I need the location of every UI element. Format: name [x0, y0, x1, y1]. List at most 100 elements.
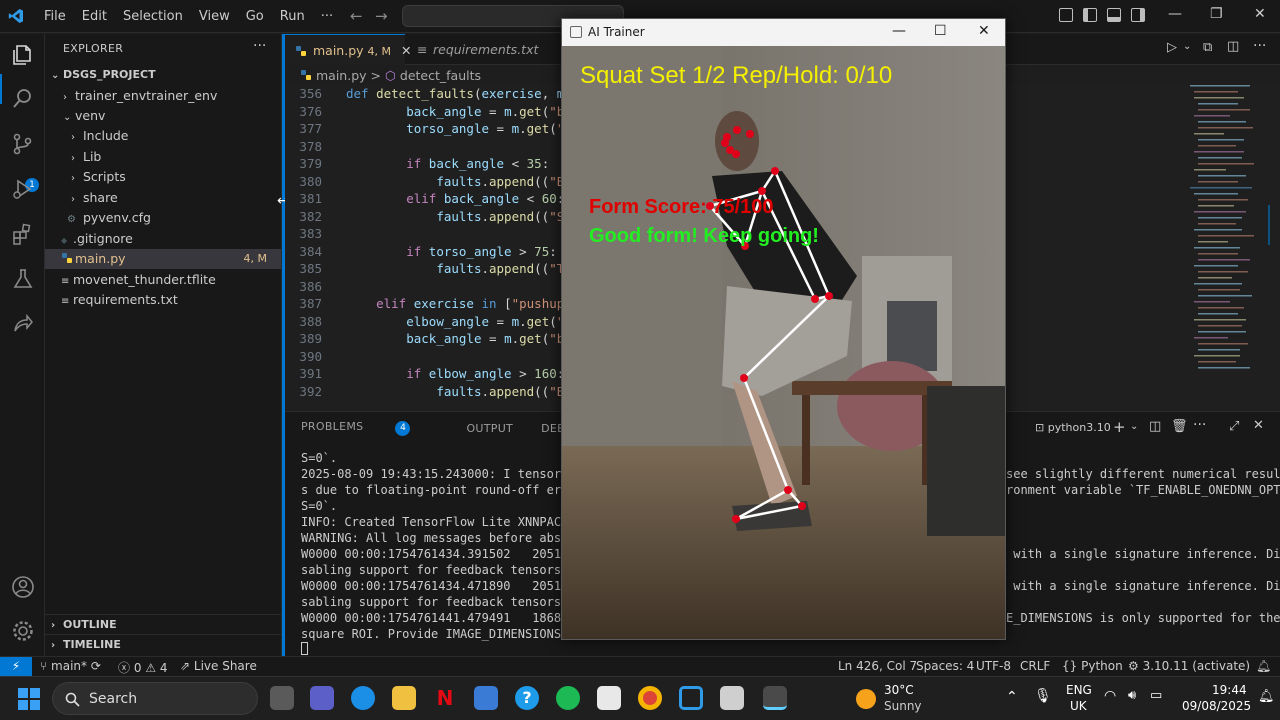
help-icon[interactable]: ? [515, 686, 539, 710]
panel-more-icon[interactable]: ··· [1193, 417, 1206, 433]
code-line[interactable]: 376 back_angle = m.get("ba [285, 103, 571, 121]
menu-view[interactable]: View [191, 9, 238, 24]
toggle-secondary-sidebar-icon[interactable] [1131, 8, 1145, 22]
tree-item-requirements[interactable]: ≡ requirements.txt [45, 290, 281, 310]
weather-temp[interactable]: 30°C [884, 683, 914, 697]
breadcrumb-symbol[interactable]: detect_faults [400, 68, 481, 83]
menu-edit[interactable]: Edit [74, 9, 115, 24]
menu-selection[interactable]: Selection [115, 9, 191, 24]
split-terminal-icon[interactable]: ◫ [1149, 419, 1161, 434]
code-line[interactable]: 382 faults.append(("Sl [285, 208, 571, 226]
timeline-section[interactable]: › TIMELINE [45, 634, 281, 654]
language-mode[interactable]: {} Python [1062, 659, 1123, 673]
weather-desc[interactable]: Sunny [884, 699, 922, 713]
code-line[interactable]: 379 if back_angle < 35: [285, 155, 549, 173]
tab-output[interactable]: OUTPUT [466, 422, 513, 435]
run-debug-icon[interactable] [10, 176, 36, 202]
tree-item-movenet[interactable]: ≡ movenet_thunder.tflite [45, 270, 281, 290]
tree-item-main-py[interactable]: main.py 4, M [45, 249, 281, 269]
live-share-status[interactable]: ⇗ Live Share [180, 659, 257, 673]
code-line[interactable]: 386 [285, 278, 346, 296]
microsoft-store-icon[interactable] [474, 686, 498, 710]
battery-icon[interactable]: ▭ [1150, 688, 1162, 703]
customize-layout-icon[interactable] [1059, 8, 1073, 22]
run-dropdown-icon[interactable]: ⌄ [1183, 41, 1191, 52]
run-file-icon[interactable]: ▷ [1167, 40, 1177, 55]
code-line[interactable]: 388 elbow_angle = m.get("e [285, 313, 571, 331]
tree-item-include[interactable]: › Include [45, 126, 281, 146]
explorer-icon[interactable] [10, 42, 36, 68]
terminal-dropdown-icon[interactable]: ⌄ [1130, 421, 1138, 432]
menu-more[interactable]: ··· [313, 9, 341, 24]
cursor-position[interactable]: Ln 426, Col 7 [838, 659, 917, 673]
python-app-icon[interactable] [763, 686, 787, 710]
menu-go[interactable]: Go [238, 9, 272, 24]
code-line[interactable]: 377 torso_angle = m.get("t [285, 120, 571, 138]
code-line[interactable]: 380 faults.append(("Ba [285, 173, 571, 191]
input-region[interactable]: UK [1070, 699, 1087, 713]
volume-icon[interactable]: 🔊︎ [1128, 688, 1136, 703]
code-line[interactable]: 384 if torso_angle > 75: [285, 243, 556, 261]
restore-icon[interactable]: ❐ [1210, 6, 1223, 22]
code-line[interactable]: 381 elif back_angle < 60: [285, 190, 564, 208]
close-window-icon[interactable]: ✕ [1254, 6, 1266, 22]
tab-requirements[interactable]: ≡ requirements.txt [405, 34, 555, 65]
python-interpreter[interactable]: ⚙ 3.10.11 (activate) [1128, 659, 1250, 673]
tree-item-share[interactable]: › share [45, 188, 281, 208]
tab-problems[interactable]: PROBLEMS 4 [301, 420, 438, 436]
problems-status[interactable]: ⓧ 0 ⚠ 4 [118, 659, 168, 676]
git-branch[interactable]: ⑂ main* ⟳ [40, 659, 101, 673]
line-ending[interactable]: CRLF [1020, 659, 1050, 673]
encoding[interactable]: UTF-8 [976, 659, 1011, 673]
close-panel-icon[interactable]: ✕ [1253, 418, 1264, 433]
settings-gear-icon[interactable] [10, 618, 36, 644]
clock-date[interactable]: 09/08/2025 [1182, 699, 1251, 713]
teams-icon[interactable] [310, 686, 334, 710]
forward-arrow-icon[interactable]: → [375, 7, 388, 25]
spotify-icon[interactable] [556, 686, 580, 710]
solitaire-icon[interactable] [597, 686, 621, 710]
new-terminal-plus-icon[interactable]: + [1113, 418, 1126, 436]
split-editor-icon[interactable]: ◫ [1227, 39, 1239, 54]
breadcrumb-file[interactable]: main.py [316, 68, 367, 83]
testing-flask-icon[interactable] [10, 266, 36, 292]
indentation[interactable]: Spaces: 4 [916, 659, 974, 673]
file-explorer-icon[interactable] [392, 686, 416, 710]
minimize-icon[interactable]: — [1168, 6, 1182, 22]
code-line[interactable]: 383 [285, 225, 346, 243]
toggle-panel-icon[interactable] [1107, 8, 1121, 22]
code-line[interactable]: 356def detect_faults(exercise, m, [285, 85, 571, 103]
sync-icon[interactable]: ⟳ [91, 659, 101, 673]
edge-browser-icon[interactable] [351, 686, 375, 710]
minimap[interactable] [1190, 85, 1270, 385]
maximize-panel-icon[interactable]: ⤢ [1229, 419, 1239, 434]
compare-icon[interactable]: ⧉ [1203, 40, 1212, 55]
taskbar-search[interactable]: Search [52, 682, 258, 715]
close-window-icon[interactable]: ✕ [978, 23, 990, 39]
task-view-icon[interactable] [270, 686, 294, 710]
code-line[interactable]: 390 [285, 348, 346, 366]
terminal-shell-selector[interactable]: ⊡ python3.10 [1035, 421, 1111, 434]
code-line[interactable]: 385 faults.append(("To [285, 260, 571, 278]
outline-section[interactable]: › OUTLINE [45, 614, 281, 634]
explorer-more-icon[interactable]: ··· [253, 38, 266, 54]
accounts-icon[interactable] [10, 574, 36, 600]
input-language[interactable]: ENG [1066, 683, 1092, 697]
ai-trainer-titlebar[interactable]: AI Trainer — ☐ ✕ [562, 19, 1005, 46]
ai-trainer-window[interactable]: AI Trainer — ☐ ✕ Squat Set 1/2 Rep/Hold:… [561, 18, 1006, 640]
maximize-icon[interactable]: ☐ [934, 23, 947, 39]
microphone-icon[interactable]: 🎙︎ [1034, 688, 1052, 704]
code-line[interactable]: 391 if elbow_angle > 160: [285, 365, 564, 383]
live-share-icon[interactable] [10, 311, 36, 337]
menu-run[interactable]: Run [272, 9, 313, 24]
tree-item-venv[interactable]: ⌄ venv [45, 106, 281, 126]
tree-item-scripts[interactable]: › Scripts [45, 167, 281, 187]
toggle-primary-sidebar-icon[interactable] [1083, 8, 1097, 22]
code-line[interactable]: 378 [285, 138, 346, 156]
menu-file[interactable]: File [36, 9, 74, 24]
notifications-bell-icon[interactable]: 🔔︎ [1258, 689, 1275, 704]
trash-icon[interactable]: 🗑 [1171, 419, 1188, 434]
netflix-icon[interactable]: N [433, 686, 457, 710]
code-line[interactable]: 389 back_angle = m.get("ba [285, 330, 571, 348]
wifi-icon[interactable]: ◠ [1104, 688, 1116, 704]
